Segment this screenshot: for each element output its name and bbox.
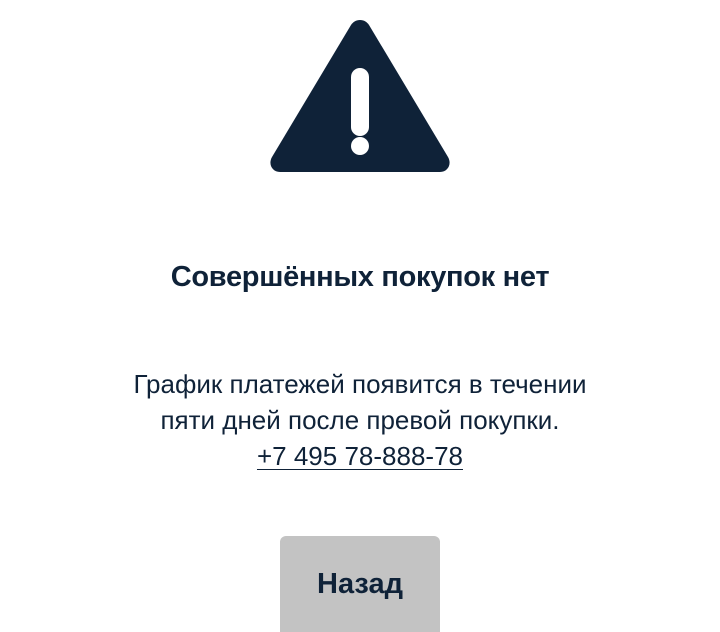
message-line-1: График платежей появится в течении bbox=[133, 369, 587, 399]
phone-link[interactable]: +7 495 78-888-78 bbox=[257, 438, 463, 474]
back-button[interactable]: Назад bbox=[280, 536, 440, 632]
warning-icon bbox=[270, 20, 450, 172]
empty-state-message: График платежей появится в течении пяти … bbox=[0, 366, 720, 474]
empty-state-title: Совершённых покупок нет bbox=[170, 261, 550, 293]
message-line-2: пяти дней после превой покупки. bbox=[160, 405, 560, 435]
empty-purchases-screen: Совершённых покупок нет График платежей … bbox=[0, 0, 720, 632]
